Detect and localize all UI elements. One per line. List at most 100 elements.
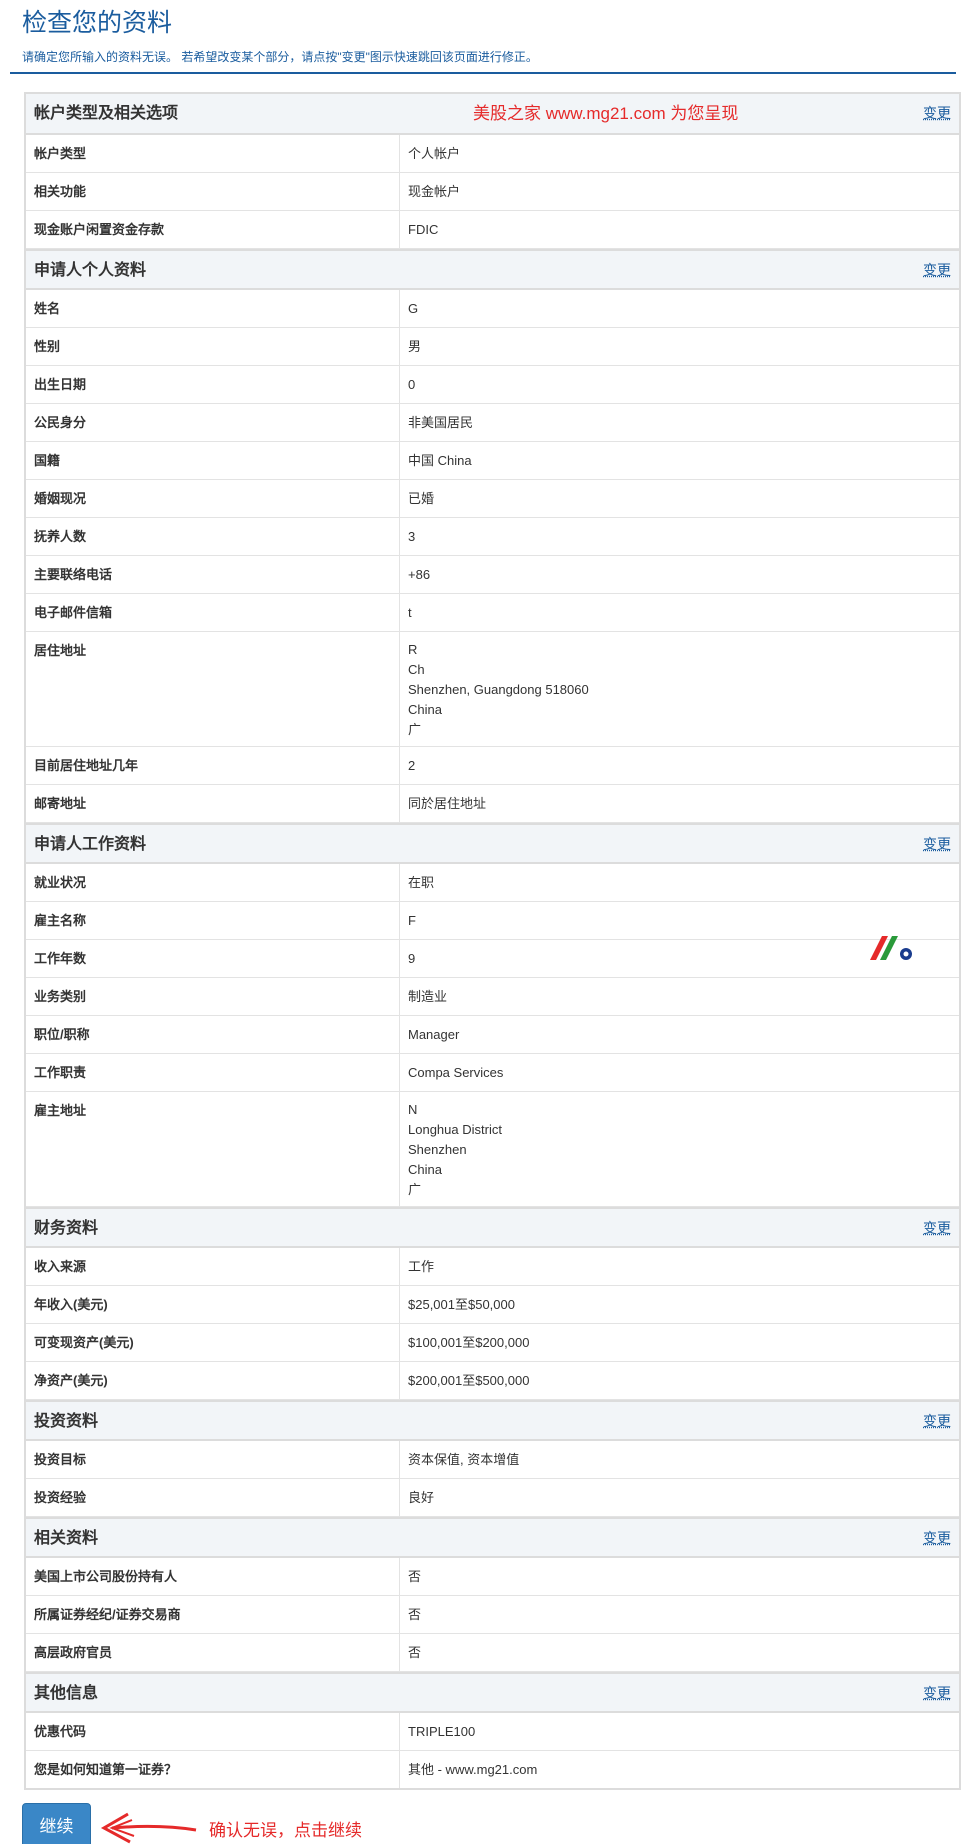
row-label: 工作年数 (26, 940, 400, 977)
row-label: 雇主名称 (26, 902, 400, 939)
table-row: 投资目标 资本保值, 资本增值 (26, 1441, 959, 1479)
row-label: 目前居住地址几年 (26, 747, 400, 784)
change-link[interactable]: 变更 (923, 1519, 951, 1558)
row-label: 邮寄地址 (26, 785, 400, 822)
row-value: G (408, 301, 419, 316)
row-value: +86 (408, 567, 431, 582)
row-label: 抚养人数 (26, 518, 400, 555)
table-row: 就业状况 在职 (26, 864, 959, 902)
table-row: 收入来源 工作 (26, 1248, 959, 1286)
row-label: 现金账户闲置资金存款 (26, 211, 400, 248)
row-value: TRIPLE100 (408, 1724, 476, 1739)
change-link[interactable]: 变更 (923, 1209, 951, 1248)
change-link[interactable]: 变更 (923, 1402, 951, 1441)
row-label: 美国上市公司股份持有人 (26, 1558, 400, 1595)
address-line: R (408, 642, 418, 657)
arrow-left-icon (100, 1812, 197, 1844)
row-label: 电子邮件信箱 (26, 594, 400, 631)
row-label: 高层政府官员 (26, 1634, 400, 1671)
row-value: Manager (408, 1027, 460, 1042)
row-label: 居住地址 (26, 632, 400, 746)
table-row: 雇主地址 N Longhua District Shenzhen China 广 (26, 1092, 959, 1207)
continue-button[interactable]: 继续 (22, 1803, 91, 1844)
row-value: 工作 (408, 1259, 435, 1274)
table-row: 投资经验 良好 (26, 1479, 959, 1517)
address-line: Longhua District (408, 1122, 502, 1137)
row-value: 其他 - www.mg21.com (408, 1762, 538, 1777)
row-value: 否 (408, 1569, 422, 1584)
row-label: 收入来源 (26, 1248, 400, 1285)
table-row: 净资产(美元) $200,001至$500,000 (26, 1362, 959, 1400)
table-row: 可变现资产(美元) $100,001至$200,000 (26, 1324, 959, 1362)
logo-icon (870, 936, 912, 960)
section-header: 申请人工作资料 变更 (26, 823, 959, 864)
row-value: $200,001至$500,000 (408, 1373, 530, 1388)
section-title: 相关资料 (34, 1530, 99, 1547)
address-line: 广 (408, 722, 422, 737)
page-title: 检查您的资料 (22, 9, 173, 37)
table-row: 所属证券经纪/证券交易商否 (26, 1596, 959, 1634)
section-title: 其他信息 (34, 1685, 99, 1702)
section-header: 申请人个人资料 变更 (26, 249, 959, 290)
row-value: 在职 (408, 875, 435, 890)
table-row: 国籍 中国 China (26, 442, 959, 480)
change-link[interactable]: 变更 (923, 825, 951, 864)
table-row: 邮寄地址 同於居住地址 (26, 785, 959, 823)
row-label: 投资目标 (26, 1441, 400, 1478)
table-row: 年收入(美元) $25,001至$50,000 (26, 1286, 959, 1324)
row-label: 公民身分 (26, 404, 400, 441)
table-row: 目前居住地址几年 2 (26, 747, 959, 785)
row-value: FDIC (408, 222, 439, 237)
row-label: 帐户类型 (26, 135, 400, 172)
row-value: 0 (408, 377, 416, 392)
review-table: 帐户类型及相关选项 美股之家 www.mg21.com 为您呈现 变更 帐户类型 个人帐… (24, 92, 961, 1790)
table-row: 您是如何知道第一证券？ 其他 - www.mg21.com (26, 1751, 959, 1788)
change-link[interactable]: 变更 (923, 251, 951, 290)
row-value: 非美国居民 (408, 415, 474, 430)
row-label: 雇主地址 (26, 1092, 400, 1206)
table-row: 雇主名称 F (26, 902, 959, 940)
row-value: 男 (408, 339, 422, 354)
table-row: 居住地址 R Ch Shenzhen, Guangdong 518060 China 广 (26, 632, 959, 747)
table-row: 公民身分 非美国居民 (26, 404, 959, 442)
row-label: 性别 (26, 328, 400, 365)
section-header: 相关资料 变更 (26, 1517, 959, 1558)
row-value: 制造业 (408, 989, 448, 1004)
table-row: 职位/职称 Manager (26, 1016, 959, 1054)
section-header: 帐户类型及相关选项 美股之家 www.mg21.com 为您呈现 变更 (26, 94, 959, 135)
table-row: 高层政府官员否 (26, 1634, 959, 1672)
row-label: 业务类别 (26, 978, 400, 1015)
row-label: 相关功能 (26, 173, 400, 210)
row-label: 您是如何知道第一证券？ (26, 1751, 400, 1788)
table-row: 现金账户闲置资金存款 FDIC (26, 211, 959, 249)
row-label: 姓名 (26, 290, 400, 327)
table-row: 帐户类型 个人帐户 (26, 135, 959, 173)
table-row: 美国上市公司股份持有人否 (26, 1558, 959, 1596)
row-value: 现金帐户 (408, 184, 461, 199)
row-label: 优惠代码 (26, 1713, 400, 1750)
section-title: 申请人个人资料 (34, 262, 147, 279)
change-link[interactable]: 变更 (923, 1674, 951, 1713)
table-row: 工作年数 9 (26, 940, 959, 978)
row-value: 中国 China (408, 453, 472, 468)
section-header: 其他信息 变更 (26, 1672, 959, 1713)
address-line: N (408, 1102, 418, 1117)
row-value: 2 (408, 758, 416, 773)
table-row: 抚养人数 3 (26, 518, 959, 556)
row-value: N Longhua District Shenzhen China 广 (400, 1092, 959, 1206)
address-line: Ch (408, 662, 425, 677)
row-label: 所属证券经纪/证券交易商 (26, 1596, 400, 1633)
row-value: 同於居住地址 (408, 796, 487, 811)
change-link[interactable]: 变更 (923, 94, 951, 133)
row-value: t (408, 605, 412, 620)
address-line: China (408, 702, 442, 717)
address-line: 广 (408, 1182, 422, 1197)
page-subtitle: 请确定您所输入的资料无误。 若希望改变某个部分，请点按"变更"图示快速跳回该页面… (22, 50, 538, 64)
section-header: 财务资料 变更 (26, 1207, 959, 1248)
table-row: 出生日期 0 (26, 366, 959, 404)
row-value: 个人帐户 (408, 146, 461, 161)
watermark-text: 美股之家 www.mg21.com 为您呈现 (473, 104, 739, 123)
row-value: 良好 (408, 1490, 435, 1505)
footer: 继续 确认无误，点击继续 (0, 1790, 966, 1844)
page-header: 检查您的资料 请确定您所输入的资料无误。 若希望改变某个部分，请点按"变更"图示… (10, 0, 956, 74)
